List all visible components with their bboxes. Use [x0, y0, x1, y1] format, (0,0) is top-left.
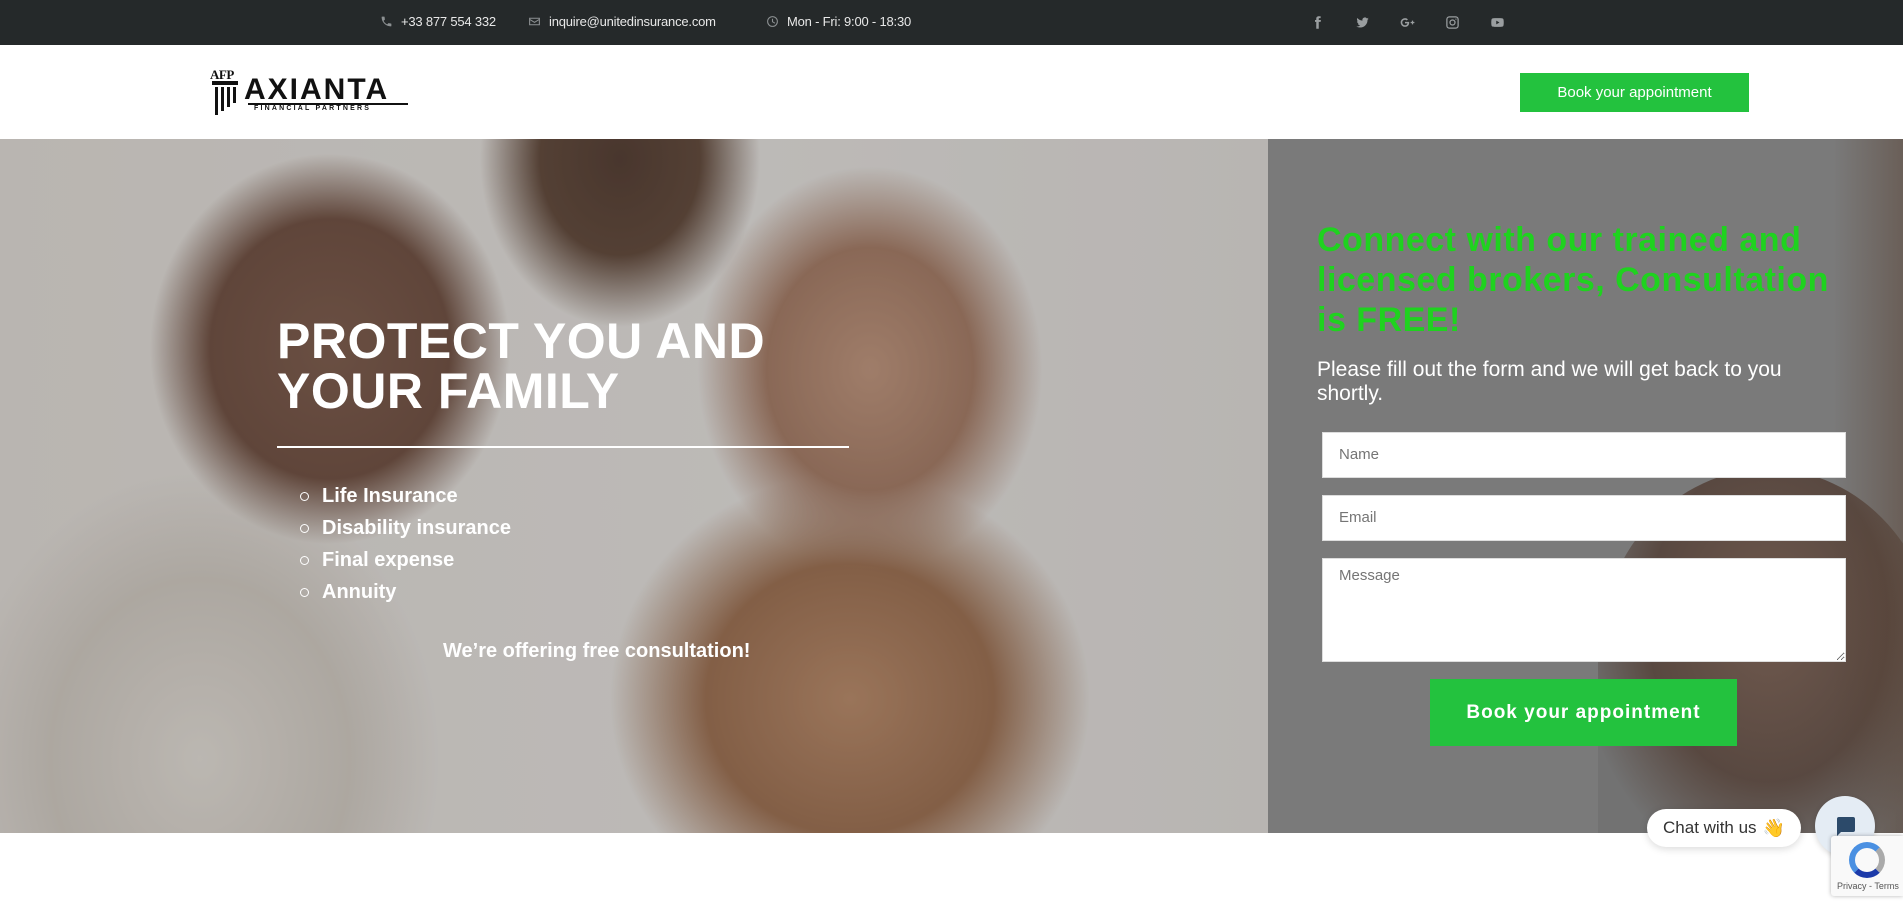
- axianta-logo[interactable]: AFP AXIANTA FINANCIAL PARTNERS: [210, 67, 410, 119]
- list-item: Annuity: [300, 576, 511, 608]
- hero-headline: PROTECT YOU AND YOUR FAMILY: [277, 316, 765, 416]
- hours-text: Mon - Fri: 9:00 - 18:30: [787, 14, 912, 29]
- headline-line-2: YOUR FAMILY: [277, 363, 620, 419]
- list-item: Disability insurance: [300, 512, 511, 544]
- hero-image-overlay: [0, 139, 1268, 833]
- recaptcha-badge[interactable]: Privacy - Terms: [1831, 836, 1903, 896]
- phone-icon: [381, 16, 392, 27]
- chat-label: Chat with us: [1663, 818, 1757, 837]
- headline-divider: [277, 446, 849, 448]
- chat-with-us-bubble[interactable]: Chat with us 👋: [1647, 809, 1801, 847]
- recaptcha-icon: [1849, 842, 1885, 878]
- phone-text: +33 877 554 332: [401, 14, 496, 29]
- twitter-icon[interactable]: [1352, 12, 1372, 32]
- email-text: inquire@unitedinsurance.com: [549, 14, 716, 29]
- name-input[interactable]: [1322, 432, 1846, 478]
- phone-contact[interactable]: +33 877 554 332: [380, 14, 496, 29]
- top-bar: +33 877 554 332 inquire@unitedinsurance.…: [0, 0, 1903, 45]
- clock-icon: [767, 16, 778, 27]
- email-input[interactable]: [1322, 495, 1846, 541]
- email-contact[interactable]: inquire@unitedinsurance.com: [528, 14, 716, 29]
- waving-hand-icon: 👋: [1762, 817, 1785, 838]
- recaptcha-links[interactable]: Privacy - Terms: [1837, 881, 1899, 891]
- facebook-icon[interactable]: [1307, 12, 1327, 32]
- envelope-icon: [529, 17, 540, 26]
- logo-name: AXIANTA: [244, 73, 390, 106]
- hours-info: Mon - Fri: 9:00 - 18:30: [766, 14, 911, 29]
- services-list: Life Insurance Disability insurance Fina…: [300, 480, 511, 608]
- site-header: AFP AXIANTA FINANCIAL PARTNERS Book your…: [0, 45, 1903, 139]
- message-textarea[interactable]: [1322, 558, 1846, 662]
- form-book-appointment-button[interactable]: Book your appointment: [1430, 679, 1737, 746]
- youtube-icon[interactable]: [1487, 12, 1507, 32]
- headline-line-1: PROTECT YOU AND: [277, 313, 766, 369]
- instagram-icon[interactable]: [1442, 12, 1462, 32]
- chat-bubble-icon: [1837, 817, 1855, 836]
- form-intro: Please fill out the form and we will get…: [1317, 358, 1782, 405]
- list-item: Life Insurance: [300, 480, 511, 512]
- list-item: Final expense: [300, 544, 511, 576]
- free-consultation-text: We’re offering free consultation!: [443, 640, 751, 662]
- header-book-appointment-button[interactable]: Book your appointment: [1520, 73, 1749, 112]
- google-plus-icon[interactable]: [1397, 12, 1417, 32]
- form-heading: Connect with our trained and licensed br…: [1317, 221, 1829, 339]
- column-icon: AFP: [210, 67, 240, 115]
- logo-subtitle: FINANCIAL PARTNERS: [254, 105, 372, 112]
